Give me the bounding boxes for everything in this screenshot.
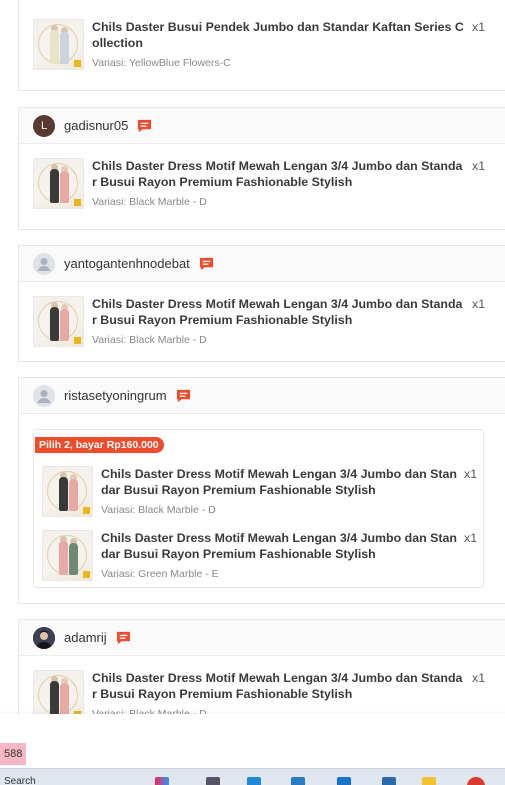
chat-icon[interactable] — [199, 257, 214, 271]
product-quantity: x1 — [472, 297, 486, 311]
order-item[interactable]: Chils Daster Dress Motif Mewah Lengan 3/… — [42, 466, 478, 517]
buyer-username[interactable]: yantogantenhnodebat — [64, 256, 190, 271]
store-icon[interactable] — [291, 777, 305, 785]
bundle-promo-badge: Pilih 2, bayar Rp160.000 — [35, 437, 164, 453]
buyer-username[interactable]: gadisnur05 — [64, 118, 128, 133]
file-icon[interactable] — [382, 777, 396, 785]
order-header: yantogantenhnodebat — [19, 246, 505, 282]
order-header: adamrij — [19, 620, 505, 656]
bundle-deal-group: Pilih 2, bayar Rp160.000 Chils Daster Dr… — [33, 429, 484, 588]
chat-icon[interactable] — [137, 119, 152, 133]
order-card: L gadisnur05 Chils Daster Dress Motif Me… — [18, 107, 505, 230]
order-item[interactable]: Chils Daster Dress Motif Mewah Lengan 3/… — [33, 158, 488, 209]
order-header: ristasetyoningrum — [19, 378, 505, 414]
page-indicator: 588 — [0, 743, 27, 765]
avatar[interactable] — [33, 252, 55, 275]
product-thumbnail[interactable] — [33, 296, 84, 347]
product-title[interactable]: Chils Daster Dress Motif Mewah Lengan 3/… — [92, 158, 466, 190]
bottom-bar — [0, 714, 505, 768]
product-thumbnail[interactable] — [42, 466, 93, 517]
order-card: Chils Daster Busui Pendek Jumbo dan Stan… — [18, 0, 505, 91]
product-quantity: x1 — [464, 467, 478, 481]
windows-taskbar: Search — [0, 768, 505, 785]
product-quantity: x1 — [464, 531, 478, 545]
product-variant: Variasi: Black Marble - D — [92, 196, 207, 208]
order-card: ristasetyoningrum Pilih 2, bayar Rp160.0… — [18, 377, 505, 604]
chat-icon[interactable] — [176, 389, 191, 403]
buyer-username[interactable]: adamrij — [64, 630, 107, 645]
order-item[interactable]: Chils Daster Dress Motif Mewah Lengan 3/… — [33, 296, 488, 347]
buyer-username[interactable]: ristasetyoningrum — [64, 388, 167, 403]
order-card: yantogantenhnodebat Chils Daster Dress M… — [18, 245, 505, 362]
product-quantity: x1 — [472, 671, 486, 685]
taskbar-search[interactable]: Search — [4, 776, 36, 785]
default-avatar-icon — [37, 389, 51, 403]
product-title[interactable]: Chils Daster Dress Motif Mewah Lengan 3/… — [92, 670, 466, 702]
product-thumbnail[interactable] — [33, 158, 84, 209]
product-title[interactable]: Chils Daster Dress Motif Mewah Lengan 3/… — [92, 296, 466, 328]
product-thumbnail[interactable] — [42, 530, 93, 581]
product-variant: Variasi: Black Marble - D — [101, 504, 216, 516]
product-title[interactable]: Chils Daster Dress Motif Mewah Lengan 3/… — [101, 530, 458, 562]
edge-icon[interactable] — [247, 777, 261, 785]
chrome-icon[interactable] — [467, 777, 485, 785]
avatar[interactable] — [33, 384, 55, 407]
product-variant: Variasi: Black Marble - D — [92, 334, 207, 346]
order-item[interactable]: Chils Daster Dress Motif Mewah Lengan 3/… — [42, 530, 478, 581]
avatar[interactable]: L — [33, 114, 55, 137]
product-title[interactable]: Chils Daster Busui Pendek Jumbo dan Stan… — [92, 19, 466, 51]
copilot-icon[interactable] — [155, 777, 169, 785]
order-header: L gadisnur05 — [19, 108, 505, 144]
avatar[interactable] — [33, 626, 55, 649]
product-variant: Variasi: Green Marble - E — [101, 568, 219, 580]
default-avatar-icon — [37, 257, 51, 271]
calendar-icon[interactable] — [337, 777, 351, 785]
chat-icon[interactable] — [116, 631, 131, 645]
product-variant: Variasi: YellowBlue Flowers-C — [92, 57, 231, 69]
user-photo-icon — [33, 626, 55, 649]
order-item[interactable]: Chils Daster Busui Pendek Jumbo dan Stan… — [33, 19, 488, 70]
folder-icon[interactable] — [422, 777, 436, 785]
product-quantity: x1 — [472, 20, 486, 34]
product-title[interactable]: Chils Daster Dress Motif Mewah Lengan 3/… — [101, 466, 458, 498]
product-quantity: x1 — [472, 159, 486, 173]
task-view-icon[interactable] — [206, 777, 220, 785]
product-thumbnail[interactable] — [33, 19, 84, 70]
